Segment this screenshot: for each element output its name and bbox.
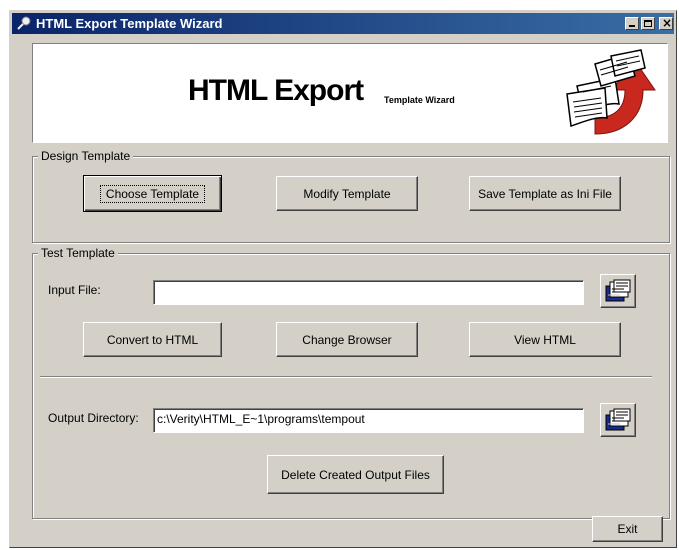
banner-subtitle: Template Wizard [384, 95, 455, 105]
documents-red-arrow-icon [555, 46, 665, 143]
convert-to-html-button[interactable]: Convert to HTML [83, 322, 222, 357]
browse-input-file-button[interactable] [600, 274, 636, 308]
change-browser-button[interactable]: Change Browser [276, 322, 418, 357]
view-html-button[interactable]: View HTML [469, 322, 621, 357]
section-separator [40, 376, 652, 378]
maximize-button[interactable] [641, 17, 655, 30]
modify-template-button[interactable]: Modify Template [276, 176, 418, 211]
wizard-window: HTML Export Template Wizard × HTML Expor… [9, 10, 677, 548]
window-title: HTML Export Template Wizard [36, 16, 223, 31]
minimize-button[interactable] [625, 17, 639, 30]
choose-template-label: Choose Template [99, 184, 206, 203]
design-template-label: Design Template [38, 149, 134, 163]
input-file-label: Input File: [48, 283, 101, 297]
app-icon [16, 16, 32, 34]
title-bar[interactable]: HTML Export Template Wizard × [12, 13, 674, 34]
output-directory-label: Output Directory: [48, 411, 139, 425]
delete-output-files-button[interactable]: Delete Created Output Files [267, 455, 444, 494]
close-icon: × [662, 16, 673, 30]
browse-output-directory-button[interactable] [600, 403, 636, 437]
input-file-field[interactable] [153, 280, 584, 305]
save-template-ini-button[interactable]: Save Template as Ini File [469, 176, 621, 211]
file-cabinet-browse-icon [605, 279, 631, 302]
close-button[interactable]: × [659, 16, 673, 30]
exit-button[interactable]: Exit [592, 516, 663, 542]
output-directory-field[interactable]: c:\Verity\HTML_E~1\programs\tempout [153, 408, 584, 433]
test-template-label: Test Template [38, 246, 118, 260]
banner-title: HTML Export [188, 74, 364, 107]
file-cabinet-browse-icon [605, 408, 631, 431]
choose-template-button[interactable]: Choose Template [83, 175, 222, 212]
wizard-banner: HTML Export Template Wizard [32, 43, 668, 143]
